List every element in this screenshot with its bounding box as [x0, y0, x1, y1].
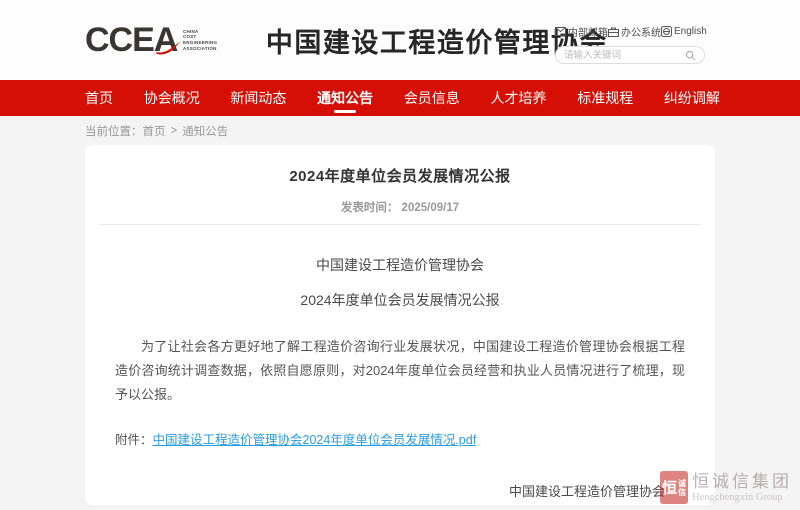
- article-title: 2024年度单位会员发展情况公报: [85, 165, 715, 186]
- hengchengxin-watermark: 恒 诚 信 恒诚信集团 Hengchengxin Group: [660, 471, 792, 504]
- watermark-text: 恒诚信集团 Hengchengxin Group: [692, 472, 792, 504]
- search-box: [555, 46, 705, 64]
- signature-org: 中国建设工程造价管理协会: [509, 481, 665, 500]
- internal-mail-link[interactable]: 内部邮箱: [555, 24, 608, 39]
- ccea-logo-swoosh-icon: [155, 40, 181, 56]
- breadcrumb-prefix: 当前位置：: [85, 123, 143, 139]
- site-logo[interactable]: CCEA CHINA COST ENGINEERING ASSOCIATION …: [85, 21, 608, 60]
- attachment-row: 附件：中国建设工程造价管理协会2024年度单位会员发展情况.pdf: [115, 429, 685, 448]
- utility-links: 内部邮箱 办公系统 English: [555, 24, 705, 39]
- internal-mail-label: 内部邮箱: [568, 24, 608, 39]
- office-system-link[interactable]: 办公系统: [608, 24, 661, 39]
- office-system-label: 办公系统: [621, 24, 661, 39]
- title-divider: [99, 224, 701, 225]
- mail-icon: [555, 27, 566, 36]
- article-card: 2024年度单位会员发展情况公报 发表时间： 2025/09/17 中国建设工程…: [85, 145, 715, 505]
- site-header: CCEA CHINA COST ENGINEERING ASSOCIATION …: [0, 0, 800, 80]
- nav-item-members[interactable]: 会员信息: [404, 80, 460, 116]
- office-icon: [608, 27, 619, 37]
- document-heading-org: 中国建设工程造价管理协会: [85, 255, 715, 275]
- nav-item-notices[interactable]: 通知公告: [317, 80, 373, 116]
- search-icon[interactable]: [685, 50, 696, 61]
- search-input[interactable]: [564, 50, 685, 61]
- watermark-name-cn: 恒诚信集团: [692, 472, 792, 491]
- ccea-logo-acronym: CCEA: [85, 23, 177, 57]
- article-publish-date: 发表时间： 2025/09/17: [85, 199, 715, 215]
- header-utilities: 内部邮箱 办公系统 English: [555, 24, 705, 64]
- english-link[interactable]: English: [661, 26, 707, 37]
- nav-item-about[interactable]: 协会概况: [144, 80, 200, 116]
- main-content: 2024年度单位会员发展情况公报 发表时间： 2025/09/17 中国建设工程…: [0, 145, 800, 510]
- breadcrumb-current-link[interactable]: 通知公告: [182, 123, 228, 139]
- breadcrumb: 当前位置： 首页 > 通知公告: [0, 116, 800, 145]
- nav-item-mediation[interactable]: 纠纷调解: [664, 80, 720, 116]
- globe-icon: [661, 26, 672, 37]
- document-heading-title: 2024年度单位会员发展情况公报: [85, 290, 715, 310]
- ccea-logo-subtext: CHINA COST ENGINEERING ASSOCIATION: [183, 29, 252, 51]
- signature-block: 中国建设工程造价管理协会 2025年9月17日: [509, 481, 665, 505]
- nav-item-training[interactable]: 人才培养: [491, 80, 547, 116]
- nav-item-home[interactable]: 首页: [85, 80, 113, 116]
- nav-item-news[interactable]: 新闻动态: [230, 80, 286, 116]
- watermark-name-en: Hengchengxin Group: [692, 491, 792, 504]
- document-heading: 中国建设工程造价管理协会 2024年度单位会员发展情况公报: [85, 255, 715, 310]
- nav-item-standards[interactable]: 标准规程: [577, 80, 633, 116]
- main-nav: 首页 协会概况 新闻动态 通知公告 会员信息 人才培养 标准规程 纠纷调解: [0, 80, 800, 116]
- breadcrumb-separator: >: [171, 125, 178, 137]
- attachment-pdf-link[interactable]: 中国建设工程造价管理协会2024年度单位会员发展情况.pdf: [153, 433, 477, 447]
- breadcrumb-home-link[interactable]: 首页: [143, 123, 166, 139]
- article-paragraph: 为了让社会各方更好地了解工程造价咨询行业发展状况，中国建设工程造价管理协会根据工…: [115, 335, 685, 407]
- attachment-label: 附件：: [115, 433, 153, 447]
- hengchengxin-logo-icon: 恒 诚 信: [660, 471, 688, 504]
- english-label: English: [674, 26, 707, 37]
